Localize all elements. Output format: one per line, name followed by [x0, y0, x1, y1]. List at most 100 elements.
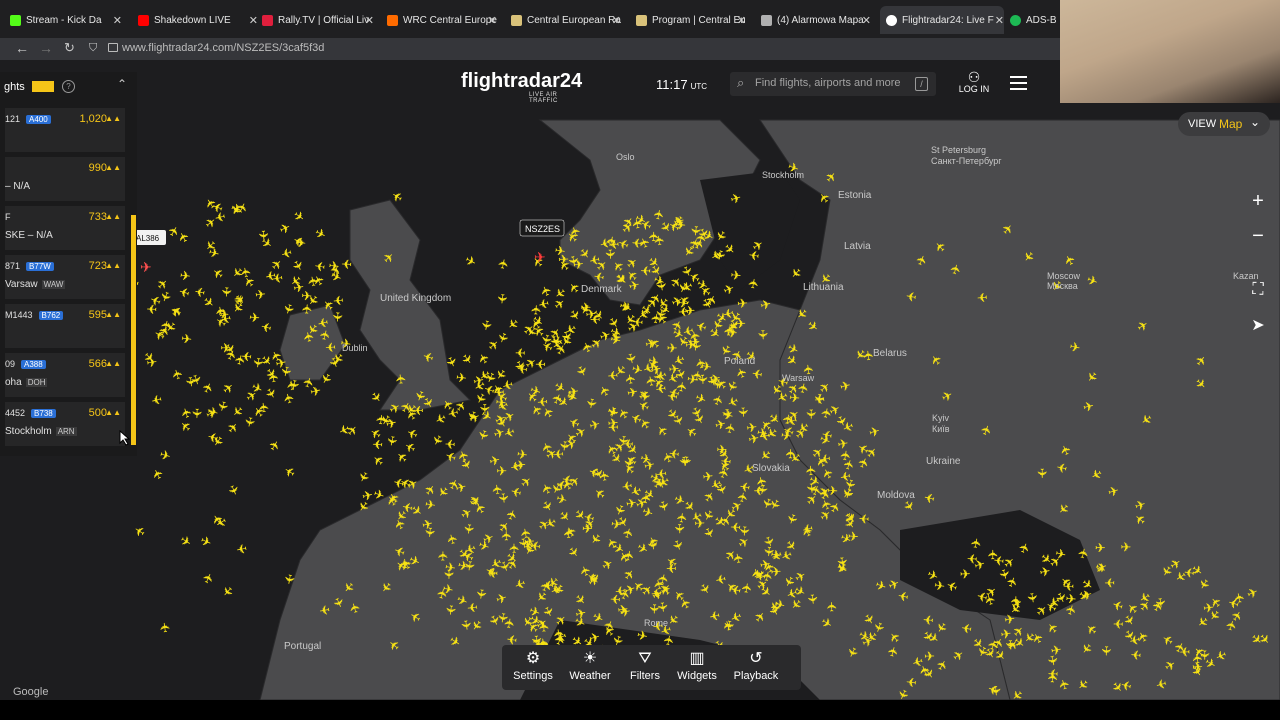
reload-icon[interactable]: ↻	[64, 40, 75, 56]
aircraft-icon[interactable]: ✈	[193, 284, 206, 301]
aircraft-icon[interactable]: ✈	[281, 573, 298, 586]
aircraft-icon[interactable]: ✈	[455, 370, 468, 386]
aircraft-icon[interactable]: ✈	[224, 419, 243, 437]
forward-icon[interactable]: →	[39, 40, 53, 56]
aircraft-icon[interactable]: ✈	[552, 446, 565, 462]
aircraft-icon[interactable]: ✈	[265, 437, 284, 454]
aircraft-icon[interactable]: ✈	[461, 523, 477, 536]
aircraft-icon[interactable]: ✈	[177, 532, 194, 551]
flagged-plane-icon[interactable]: ✈	[140, 259, 152, 275]
aircraft-icon[interactable]: ✈	[609, 591, 621, 607]
aircraft-icon[interactable]: ✈	[813, 391, 825, 407]
aircraft-icon[interactable]: ✈	[280, 301, 298, 316]
aircraft-icon[interactable]: ✈	[582, 521, 593, 536]
aircraft-icon[interactable]: ✈	[1130, 647, 1142, 663]
aircraft-icon[interactable]: ✈	[1095, 540, 1106, 555]
aircraft-icon[interactable]: ✈	[219, 379, 237, 398]
aircraft-icon[interactable]: ✈	[632, 314, 644, 330]
aircraft-icon[interactable]: ✈	[372, 436, 384, 452]
aircraft-icon[interactable]: ✈	[622, 436, 633, 451]
aircraft-icon[interactable]: ✈	[180, 331, 193, 347]
aircraft-icon[interactable]: ✈	[737, 295, 749, 311]
aircraft-icon[interactable]: ✈	[179, 268, 192, 284]
aircraft-icon[interactable]: ✈	[735, 406, 751, 418]
aircraft-icon[interactable]: ✈	[312, 225, 329, 243]
aircraft-icon[interactable]: ✈	[514, 345, 525, 360]
aircraft-icon[interactable]: ✈	[391, 474, 406, 491]
aircraft-icon[interactable]: ✈	[177, 283, 192, 301]
selected-plane-icon[interactable]: ✈	[534, 249, 546, 265]
settings-button[interactable]: ⚙ Settings	[510, 645, 556, 690]
aircraft-icon[interactable]: ✈	[803, 409, 818, 420]
aircraft-icon[interactable]: ✈	[256, 229, 272, 241]
aircraft-icon[interactable]: ✈	[209, 264, 227, 283]
zoom-out-icon[interactable]: −	[1246, 224, 1270, 248]
aircraft-icon[interactable]: ✈	[721, 280, 737, 298]
aircraft-icon[interactable]: ✈	[1202, 600, 1215, 616]
aircraft-icon[interactable]: ✈	[131, 522, 148, 541]
close-icon[interactable]: ✕	[737, 14, 746, 27]
aircraft-icon[interactable]: ✈	[428, 432, 446, 449]
aircraft-icon[interactable]: ✈	[458, 350, 477, 368]
aircraft-icon[interactable]: ✈	[462, 252, 479, 270]
flight-list-item[interactable]: 990 ▲▲ – N/A	[5, 157, 125, 201]
close-icon[interactable]: ✕	[488, 14, 497, 27]
aircraft-icon[interactable]: ✈	[561, 527, 577, 539]
aircraft-icon[interactable]: ✈	[189, 408, 204, 420]
close-icon[interactable]: ✕	[249, 14, 258, 27]
aircraft-icon[interactable]: ✈	[254, 287, 267, 303]
aircraft-icon[interactable]: ✈	[761, 545, 777, 557]
aircraft-icon[interactable]: ✈	[507, 543, 522, 554]
login-button[interactable]: ⚇ LOG IN	[958, 70, 990, 94]
zoom-in-icon[interactable]: +	[1246, 189, 1270, 213]
aircraft-icon[interactable]: ✈	[709, 377, 725, 390]
aircraft-icon[interactable]: ✈	[383, 434, 400, 448]
aircraft-icon[interactable]: ✈	[149, 391, 163, 408]
aircraft-icon[interactable]: ✈	[803, 464, 819, 476]
aircraft-icon[interactable]: ✈	[959, 566, 971, 581]
aircraft-icon[interactable]: ✈	[397, 557, 413, 570]
aircraft-icon[interactable]: ✈	[290, 207, 308, 226]
playback-button[interactable]: ↺ Playback	[732, 645, 780, 690]
aircraft-icon[interactable]: ✈	[730, 267, 742, 283]
browser-tab[interactable]: Rally.TV | Official Liv ✕	[262, 6, 374, 34]
view-selector[interactable]: VIEW Map ⌄	[1178, 112, 1270, 136]
aircraft-icon[interactable]: ✈	[1179, 644, 1191, 659]
aircraft-icon[interactable]: ✈	[824, 601, 839, 612]
aircraft-icon[interactable]: ✈	[341, 256, 353, 272]
aircraft-icon[interactable]: ✈	[199, 570, 217, 586]
browser-tab[interactable]: Stream - Kick Da ✕	[10, 6, 122, 34]
aircraft-icon[interactable]: ✈	[770, 564, 782, 580]
aircraft-icon[interactable]: ✈	[905, 674, 918, 690]
flight-tag[interactable]: AL386 ✈	[134, 230, 166, 275]
aircraft-icon[interactable]: ✈	[1035, 468, 1050, 479]
panel-header[interactable]: ghts ? ⌃	[0, 72, 137, 102]
aircraft-icon[interactable]: ✈	[262, 385, 281, 402]
aircraft-icon[interactable]: ✈	[504, 315, 522, 334]
flight-map[interactable]: ✈ ✈ ✈ ✈ ✈ ✈ ✈ ✈ ✈ ✈ ✈ ✈ ✈ ✈ ✈ ✈ ✈ ✈ ✈ ✈ ✈ ✈ ✈ ✈ ✈ ✈ ✈ ✈ ✈ ✈ ✈ ✈ ✈ ✈ ✈ ✈ ✈ ✈ ✈ ✈…	[0, 60, 1280, 700]
aircraft-icon[interactable]: ✈	[558, 252, 570, 268]
aircraft-icon[interactable]: ✈	[393, 373, 409, 386]
browser-tab[interactable]: WRC Central Europe ✕	[387, 6, 497, 34]
browser-tab[interactable]: (4) Alarmowa Mapa ✕	[761, 6, 871, 34]
aircraft-icon[interactable]: ✈	[158, 447, 173, 464]
aircraft-icon[interactable]: ✈	[478, 319, 495, 332]
aircraft-icon[interactable]: ✈	[516, 361, 529, 377]
aircraft-icon[interactable]: ✈	[536, 621, 551, 633]
aircraft-icon[interactable]: ✈	[745, 277, 762, 290]
close-icon[interactable]: ✕	[995, 14, 1004, 27]
weather-button[interactable]: ☀ Weather	[567, 645, 613, 690]
aircraft-icon[interactable]: ✈	[354, 469, 372, 486]
aircraft-icon[interactable]: ✈	[145, 354, 158, 370]
aircraft-icon[interactable]: ✈	[474, 350, 492, 367]
aircraft-icon[interactable]: ✈	[986, 549, 1001, 560]
aircraft-icon[interactable]: ✈	[647, 603, 662, 615]
aircraft-icon[interactable]: ✈	[676, 455, 692, 468]
aircraft-icon[interactable]: ✈	[495, 257, 512, 271]
aircraft-icon[interactable]: ✈	[446, 404, 460, 421]
map-canvas[interactable]: ✈ ✈ ✈ ✈ ✈ ✈ ✈ ✈ ✈ ✈ ✈ ✈ ✈ ✈ ✈ ✈ ✈ ✈ ✈ ✈ ✈ ✈ ✈ ✈ ✈ ✈ ✈ ✈ ✈ ✈ ✈ ✈ ✈ ✈ ✈ ✈ ✈ ✈ ✈ ✈…	[0, 60, 1280, 700]
shield-icon[interactable]: ⛉	[89, 42, 97, 55]
flight-list-item[interactable]: 4452 B738 500 ▲▲ Stockholm ARN	[5, 402, 125, 446]
locate-icon[interactable]: ➤	[1246, 314, 1270, 338]
browser-tab[interactable]: ADS-B E	[1010, 6, 1060, 34]
